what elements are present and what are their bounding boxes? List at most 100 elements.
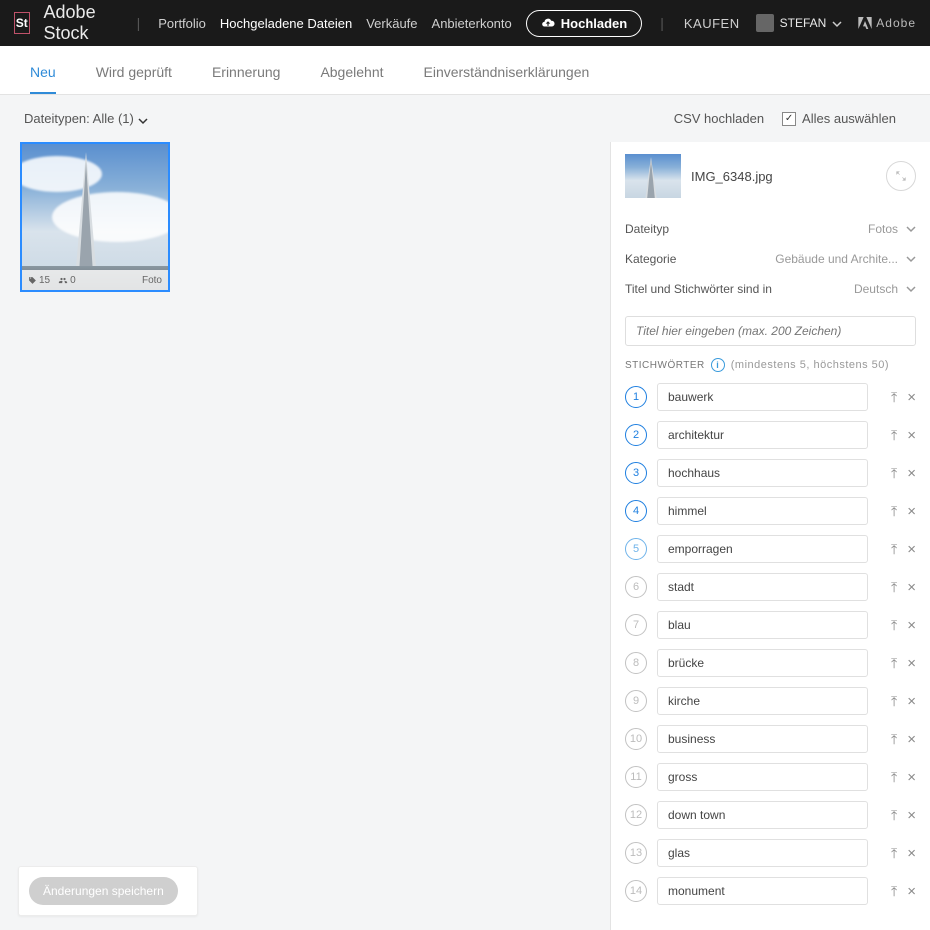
tab-new[interactable]: Neu — [30, 64, 56, 94]
keyword-input[interactable] — [657, 535, 868, 563]
keyword-input[interactable] — [657, 839, 868, 867]
nav-contributor-account[interactable]: Anbieterkonto — [432, 16, 512, 31]
remove-icon[interactable]: × — [907, 617, 916, 634]
chevron-down-icon — [832, 18, 842, 28]
move-top-icon[interactable]: ⤒ — [891, 769, 897, 786]
remove-icon[interactable]: × — [907, 845, 916, 862]
divider: | — [133, 15, 145, 31]
keyword-input[interactable] — [657, 383, 868, 411]
meta-language-label: Titel und Stichwörter sind in — [625, 282, 854, 296]
remove-icon[interactable]: × — [907, 465, 916, 482]
grid-toolbar: Dateitypen: Alle (1) CSV hochladen ✓ All… — [0, 95, 930, 142]
keyword-rank: 9 — [625, 690, 647, 712]
keyword-rank: 10 — [625, 728, 647, 750]
filetypes-filter[interactable]: Dateitypen: Alle (1) — [24, 111, 148, 126]
remove-icon[interactable]: × — [907, 389, 916, 406]
move-top-icon[interactable]: ⤒ — [891, 807, 897, 824]
nav-uploaded-files[interactable]: Hochgeladene Dateien — [220, 16, 352, 31]
adobe-mark-icon — [858, 17, 872, 29]
move-top-icon[interactable]: ⤒ — [891, 617, 897, 634]
nav-sales[interactable]: Verkäufe — [366, 16, 417, 31]
keyword-input[interactable] — [657, 877, 868, 905]
nav-portfolio[interactable]: Portfolio — [158, 16, 206, 31]
move-top-icon[interactable]: ⤒ — [891, 465, 897, 482]
keyword-row: 13 ⤒ × — [625, 834, 916, 872]
move-top-icon[interactable]: ⤒ — [891, 389, 897, 406]
detail-thumbnail — [625, 154, 681, 198]
info-icon[interactable]: i — [711, 358, 725, 372]
remove-icon[interactable]: × — [907, 503, 916, 520]
keyword-actions: ⤒× — [878, 389, 916, 406]
keyword-actions: ⤒× — [878, 807, 916, 824]
meta-filetype-value: Fotos — [868, 222, 898, 236]
keyword-input[interactable] — [657, 649, 868, 677]
keyword-input[interactable] — [657, 763, 868, 791]
checkbox-icon: ✓ — [782, 112, 796, 126]
remove-icon[interactable]: × — [907, 731, 916, 748]
remove-icon[interactable]: × — [907, 807, 916, 824]
user-name: STEFAN — [780, 16, 827, 30]
tab-reminder[interactable]: Erinnerung — [212, 64, 281, 94]
expand-button[interactable] — [886, 161, 916, 191]
keywords-header: STICHWÖRTER i (mindestens 5, höchstens 5… — [611, 350, 930, 378]
meta-language-row[interactable]: Titel und Stichwörter sind in Deutsch — [625, 274, 916, 304]
asset-thumbnail[interactable]: 15 0 Foto — [20, 142, 170, 292]
user-menu[interactable]: STEFAN — [756, 14, 843, 32]
remove-icon[interactable]: × — [907, 769, 916, 786]
keyword-input[interactable] — [657, 459, 868, 487]
keyword-input[interactable] — [657, 725, 868, 753]
keyword-actions: ⤒× — [878, 731, 916, 748]
keyword-input[interactable] — [657, 611, 868, 639]
nav-buy[interactable]: KAUFEN — [684, 16, 740, 31]
meta-filetype-label: Dateityp — [625, 222, 868, 236]
keyword-row: 7⤒× — [625, 606, 916, 644]
keyword-input[interactable] — [657, 801, 868, 829]
remove-icon[interactable]: × — [907, 427, 916, 444]
tab-reviewing[interactable]: Wird geprüft — [96, 64, 172, 94]
remove-icon[interactable]: × — [907, 541, 916, 558]
meta-filetype-row[interactable]: Dateityp Fotos — [625, 214, 916, 244]
tab-consent[interactable]: Einverständniserklärungen — [424, 64, 590, 94]
meta-category-value: Gebäude und Archite... — [775, 252, 898, 266]
keyword-input[interactable] — [657, 421, 868, 449]
keyword-actions: ⤒× — [878, 579, 916, 596]
remove-icon[interactable]: × — [907, 883, 916, 900]
people-icon — [58, 276, 68, 285]
chevron-down-icon — [906, 224, 916, 234]
save-changes-button[interactable]: Änderungen speichern — [29, 877, 178, 905]
move-top-icon[interactable]: ⤒ — [891, 541, 897, 558]
keyword-rank: 4 — [625, 500, 647, 522]
remove-icon[interactable]: × — [907, 579, 916, 596]
title-input[interactable] — [625, 316, 916, 346]
keyword-rank: 12 — [625, 804, 647, 826]
divider: | — [656, 15, 668, 31]
move-top-icon[interactable]: ⤒ — [891, 845, 897, 862]
move-top-icon[interactable]: ⤒ — [891, 427, 897, 444]
file-name: IMG_6348.jpg — [691, 169, 876, 184]
keyword-row: 1⤒× — [625, 378, 916, 416]
avatar-icon — [756, 14, 774, 32]
keyword-rank: 13 — [625, 842, 647, 864]
move-top-icon[interactable]: ⤒ — [891, 731, 897, 748]
move-top-icon[interactable]: ⤒ — [891, 503, 897, 520]
move-top-icon[interactable]: ⤒ — [891, 579, 897, 596]
tab-rejected[interactable]: Abgelehnt — [320, 64, 383, 94]
keyword-rank: 1 — [625, 386, 647, 408]
csv-upload-link[interactable]: CSV hochladen — [674, 111, 764, 126]
move-top-icon[interactable]: ⤒ — [891, 655, 897, 672]
keyword-actions: ⤒× — [878, 617, 916, 634]
upload-button[interactable]: Hochladen — [526, 10, 642, 37]
keyword-input[interactable] — [657, 573, 868, 601]
move-top-icon[interactable]: ⤒ — [891, 693, 897, 710]
remove-icon[interactable]: × — [907, 655, 916, 672]
move-top-icon[interactable]: ⤒ — [891, 883, 897, 900]
select-all-toggle[interactable]: ✓ Alles auswählen — [782, 111, 896, 126]
meta-category-row[interactable]: Kategorie Gebäude und Archite... — [625, 244, 916, 274]
keyword-rank: 11 — [625, 766, 647, 788]
keyword-input[interactable] — [657, 497, 868, 525]
keyword-input[interactable] — [657, 687, 868, 715]
remove-icon[interactable]: × — [907, 693, 916, 710]
keyword-row: 5⤒× — [625, 530, 916, 568]
chevron-down-icon — [906, 254, 916, 264]
keywords-list: 1⤒×2⤒×3⤒×4⤒×5⤒×6⤒×7⤒×8⤒×9⤒×10⤒×11⤒×12⤒×1… — [611, 378, 930, 930]
